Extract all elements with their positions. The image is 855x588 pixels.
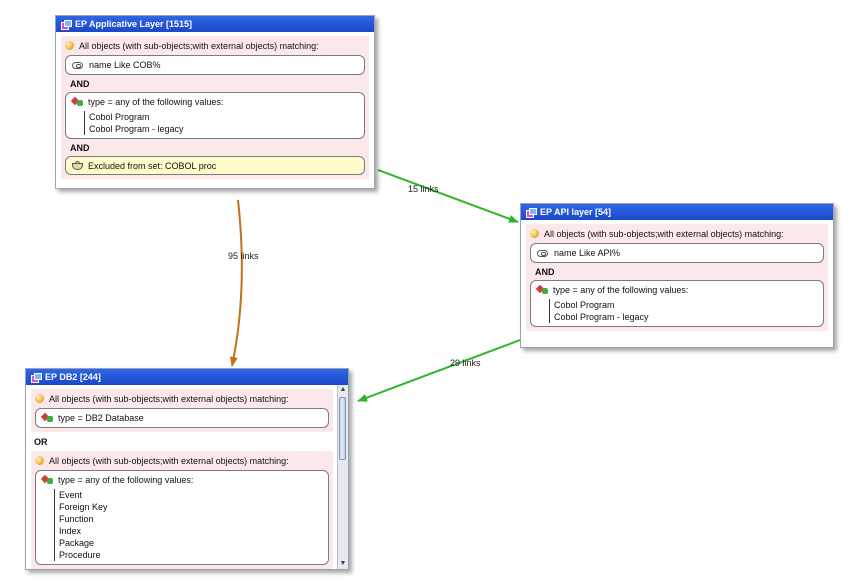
node-titlebar[interactable]: EP Applicative Layer [1515] [56, 16, 374, 32]
group-header-text: All objects (with sub-objects;with exter… [79, 40, 319, 51]
link-label-29: 29 links [450, 358, 481, 368]
node-content: All objects (with sub-objects;with exter… [26, 385, 338, 569]
value-item: Cobol Program - legacy [89, 124, 184, 134]
link-label-15: 15 links [408, 184, 439, 194]
node-title: EP API layer [54] [540, 207, 612, 217]
link-applicative-to-api[interactable] [377, 169, 519, 223]
operator-and: AND [70, 79, 90, 89]
object-type-icon [42, 413, 54, 423]
value-item: Foreign Key [59, 502, 108, 512]
ball-icon [530, 229, 539, 238]
object-type-icon [72, 97, 84, 107]
node-titlebar[interactable]: EP API layer [54] [521, 204, 833, 220]
node-type-icon [61, 19, 72, 30]
criterion-type[interactable]: type = any of the following values: Cobo… [530, 280, 824, 327]
node-titlebar[interactable]: EP DB2 [244] [26, 369, 348, 385]
criteria-group: All objects (with sub-objects;with exter… [31, 451, 333, 569]
criterion-type-text: type = any of the following values: [553, 285, 689, 295]
node-db2[interactable]: EP DB2 [244] All objects (with sub-objec… [25, 368, 349, 570]
scroll-up-icon[interactable]: ▲ [338, 385, 348, 395]
operator-and: AND [70, 143, 90, 153]
node-applicative-layer[interactable]: EP Applicative Layer [1515] All objects … [55, 15, 375, 189]
group-header-text: All objects (with sub-objects;with exter… [49, 393, 289, 404]
criteria-group: All objects (with sub-objects;with exter… [31, 389, 333, 432]
node-title: EP Applicative Layer [1515] [75, 19, 193, 29]
node-type-icon [31, 372, 42, 383]
scroll-down-icon[interactable]: ▼ [338, 559, 348, 569]
ball-icon [35, 394, 44, 403]
criterion-type-text: type = DB2 Database [58, 413, 144, 423]
criterion-name[interactable]: name Like API% [530, 243, 824, 263]
criterion-type[interactable]: type = any of the following values: Cobo… [65, 92, 365, 139]
criterion-type-text: type = any of the following values: [88, 97, 224, 107]
vertical-scrollbar[interactable]: ▲ ▼ [337, 385, 348, 569]
value-list: Cobol Program Cobol Program - legacy [549, 299, 817, 323]
set-icon [72, 161, 83, 170]
object-type-icon [42, 475, 54, 485]
criterion-excluded[interactable]: Excluded from set: COBOL proc [65, 156, 365, 175]
criterion-name-text: name Like COB% [89, 60, 161, 70]
value-item: Procedure [59, 550, 101, 560]
value-item: Cobol Program [554, 300, 615, 310]
criteria-group: All objects (with sub-objects;with exter… [61, 36, 369, 179]
value-item: Index [59, 526, 82, 536]
link-applicative-to-db2[interactable] [229, 199, 243, 367]
criterion-name-text: name Like API% [554, 248, 621, 258]
value-list: Cobol Program Cobol Program - legacy [84, 111, 358, 135]
criterion-type[interactable]: type = DB2 Database [35, 408, 329, 428]
operator-or: OR [34, 437, 48, 447]
criterion-type-text: type = any of the following values: [58, 475, 194, 485]
criterion-type[interactable]: type = any of the following values: Even… [35, 470, 329, 565]
chain-icon [537, 249, 548, 257]
node-type-icon [526, 207, 537, 218]
criteria-group: All objects (with sub-objects;with exter… [526, 224, 828, 331]
scroll-thumb[interactable] [339, 397, 346, 460]
node-title: EP DB2 [244] [45, 372, 101, 382]
group-header-text: All objects (with sub-objects;with exter… [544, 228, 784, 239]
value-item: Cobol Program - legacy [554, 312, 649, 322]
operator-and: AND [535, 267, 555, 277]
value-item: Cobol Program [89, 112, 150, 122]
value-item: Function [59, 514, 94, 524]
value-item: Event [59, 490, 83, 500]
link-api-to-db2[interactable] [357, 339, 521, 402]
ball-icon [35, 456, 44, 465]
value-list: Event Foreign Key Function Index Package… [54, 489, 322, 561]
group-header-text: All objects (with sub-objects;with exter… [49, 455, 289, 466]
value-item: Package [59, 538, 95, 548]
node-api-layer[interactable]: EP API layer [54] All objects (with sub-… [520, 203, 834, 348]
criterion-name[interactable]: name Like COB% [65, 55, 365, 75]
excluded-text: Excluded from set: COBOL proc [88, 160, 217, 171]
link-label-95: 95 links [228, 251, 259, 261]
chain-icon [72, 61, 83, 69]
ball-icon [65, 41, 74, 50]
object-type-icon [537, 285, 549, 295]
